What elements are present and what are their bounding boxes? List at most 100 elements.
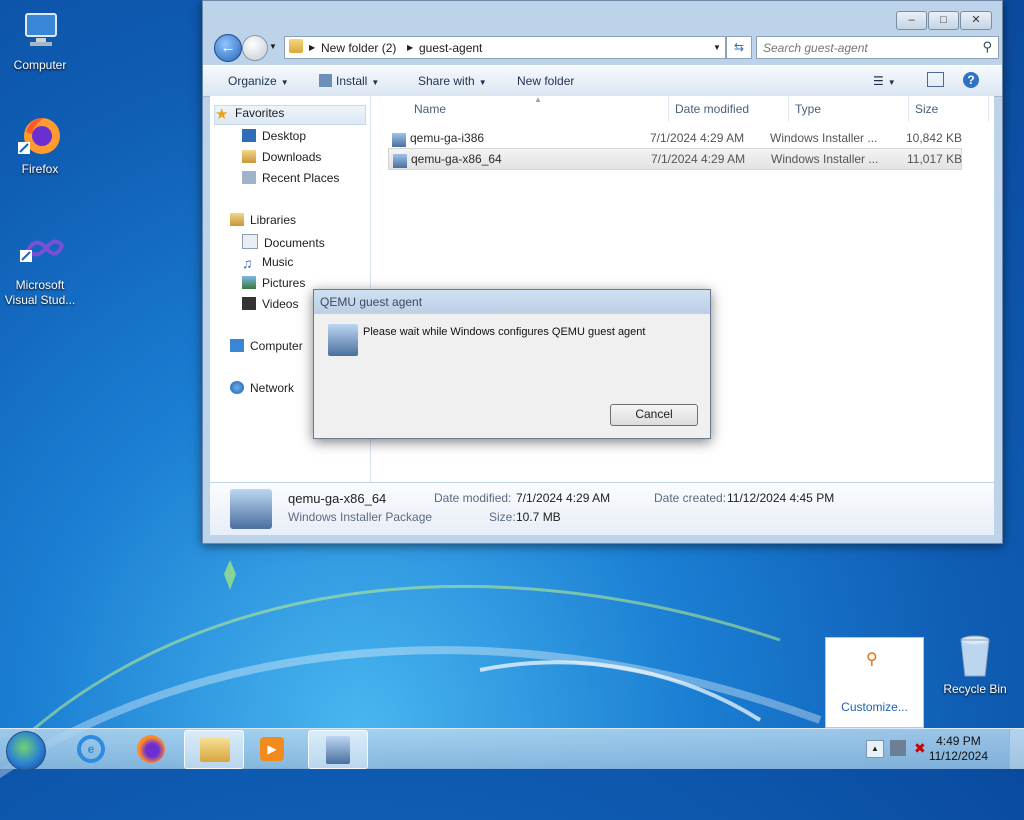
installer-icon: [326, 736, 350, 764]
file-date-modified: 7/1/2024 4:29 AM: [651, 152, 746, 166]
refresh-button[interactable]: ⇆: [726, 36, 752, 59]
folder-icon: [289, 39, 303, 53]
file-type: Windows Installer ...: [771, 152, 879, 166]
column-header-date-modified[interactable]: Date modified: [675, 102, 749, 116]
installer-icon: [319, 74, 332, 87]
details-size: 10.7 MB: [516, 510, 561, 524]
file-row[interactable]: qemu-ga-i386 7/1/2024 4:29 AM Windows In…: [388, 128, 963, 148]
taskbar-installer[interactable]: [308, 730, 368, 769]
installer-icon: [230, 489, 272, 529]
nav-libraries[interactable]: Libraries: [230, 213, 296, 231]
videos-icon: [242, 297, 256, 310]
details-date-created-label: Date created:: [654, 491, 727, 505]
maximize-button[interactable]: □: [928, 11, 959, 30]
column-header-name[interactable]: Name: [414, 102, 446, 116]
clock-date: 11/12/2024: [928, 749, 988, 763]
file-row-selected[interactable]: qemu-ga-x86_64 7/1/2024 4:29 AM Windows …: [388, 148, 962, 170]
dialog-message: Please wait while Windows configures QEM…: [363, 326, 646, 338]
desktop-icon-computer[interactable]: Computer: [0, 8, 80, 73]
view-options-icon[interactable]: ☰ ▼: [873, 74, 896, 88]
minimize-button[interactable]: –: [896, 11, 927, 30]
desktop-icon-label: Recycle Bin: [943, 682, 1007, 696]
file-name: qemu-ga-i386: [410, 131, 485, 145]
close-button[interactable]: ✕: [960, 11, 992, 30]
nav-desktop[interactable]: Desktop: [242, 129, 306, 147]
share-with-button[interactable]: Share with ▼: [418, 74, 487, 88]
nav-music[interactable]: ♫ Music: [242, 255, 293, 273]
search-input[interactable]: Search guest-agent ⚲: [756, 36, 999, 59]
recent-pages-dropdown[interactable]: ▼: [269, 42, 277, 51]
back-button[interactable]: ←: [214, 34, 242, 62]
desktop-icon-visual-studio[interactable]: Microsoft Visual Stud...: [0, 228, 80, 308]
installer-dialog: QEMU guest agent Please wait while Windo…: [313, 289, 711, 439]
help-icon[interactable]: ?: [963, 72, 979, 88]
details-date-modified: 7/1/2024 4:29 AM: [516, 491, 611, 505]
pictures-icon: [242, 276, 256, 289]
details-date-modified-label: Date modified:: [434, 491, 512, 505]
nav-favorites[interactable]: ★ Favorites: [214, 105, 366, 125]
taskbar-media-player[interactable]: ▶: [244, 730, 302, 767]
title-bar: – □ ✕: [203, 1, 1002, 31]
command-bar: Organize ▼ Install ▼ Share with ▼ New folde…: [203, 65, 1002, 97]
nav-network[interactable]: Network: [230, 381, 294, 399]
taskbar-firefox[interactable]: [122, 730, 180, 767]
nav-downloads[interactable]: Downloads: [242, 150, 321, 168]
nav-pictures[interactable]: Pictures: [242, 276, 305, 294]
chevron-down-icon[interactable]: ▼: [713, 43, 721, 52]
tray-search-icon[interactable]: ⚲: [866, 652, 882, 668]
show-hidden-icons-button[interactable]: ▲: [866, 740, 884, 758]
breadcrumb-item[interactable]: guest-agent: [419, 41, 482, 55]
column-header-type[interactable]: Type: [795, 102, 821, 116]
media-player-icon: ▶: [260, 737, 284, 761]
taskbar-explorer[interactable]: [184, 730, 244, 769]
internet-explorer-icon: e: [77, 735, 105, 763]
dialog-title: QEMU guest agent: [314, 290, 710, 314]
desktop-icon-firefox[interactable]: Firefox: [0, 112, 80, 177]
show-desktop-button[interactable]: [1009, 729, 1024, 769]
desktop-icon-label: Microsoft Visual Stud...: [4, 278, 76, 307]
file-name: qemu-ga-x86_64: [411, 152, 502, 166]
nav-documents[interactable]: Documents: [242, 234, 325, 252]
taskbar-internet-explorer[interactable]: e: [62, 730, 120, 767]
forward-button[interactable]: [242, 35, 268, 61]
details-file-type: Windows Installer Package: [288, 510, 433, 524]
clock[interactable]: 4:49 PM 11/12/2024: [929, 734, 988, 764]
column-divider[interactable]: [908, 96, 909, 122]
address-bar-row: ← ▼ ▶ New folder (2) ▶ guest-agent ▼ ⇆ S…: [211, 33, 999, 62]
network-icon[interactable]: [890, 740, 906, 756]
details-file-name: qemu-ga-x86_64: [288, 491, 387, 506]
file-size: 11,017 KB: [907, 152, 963, 166]
customize-link[interactable]: Customize...: [826, 700, 923, 714]
column-divider[interactable]: [788, 96, 789, 122]
search-icon[interactable]: ⚲: [982, 39, 992, 55]
column-header-size[interactable]: Size: [915, 102, 938, 116]
documents-icon: [242, 234, 258, 249]
preview-pane-icon[interactable]: [927, 72, 944, 87]
breadcrumb-separator-icon: ▶: [407, 43, 414, 52]
taskbar: e ▶ ▲ ✖ 4:49 PM 11/12/2024: [0, 728, 1024, 771]
install-button[interactable]: Install ▼: [319, 74, 379, 88]
address-box[interactable]: ▶ New folder (2) ▶ guest-agent ▼: [284, 36, 726, 59]
clock-time: 4:49 PM: [936, 734, 981, 748]
file-size: 10,842 KB: [906, 131, 963, 145]
breadcrumb-item[interactable]: New folder (2): [321, 41, 396, 55]
file-type: Windows Installer ...: [770, 131, 878, 145]
star-icon: ★: [215, 106, 229, 123]
column-divider[interactable]: [988, 96, 989, 122]
visual-studio-icon: [16, 228, 65, 276]
column-divider[interactable]: [668, 96, 669, 122]
file-date-modified: 7/1/2024 4:29 AM: [650, 131, 745, 145]
desktop-icon-recycle-bin[interactable]: Recycle Bin: [935, 632, 1015, 697]
new-folder-button[interactable]: New folder: [517, 74, 574, 88]
nav-recent-places[interactable]: Recent Places: [242, 171, 339, 189]
nav-videos[interactable]: Videos: [242, 297, 298, 315]
cancel-button[interactable]: Cancel: [610, 404, 698, 426]
explorer-icon: [200, 738, 230, 762]
volume-muted-icon[interactable]: ✖: [914, 740, 930, 756]
explorer-window: – □ ✕ ← ▼ ▶ New folder (2) ▶ guest-agent…: [202, 0, 1003, 544]
organize-button[interactable]: Organize ▼: [228, 74, 289, 88]
nav-computer[interactable]: Computer: [230, 339, 303, 357]
start-button[interactable]: [6, 731, 46, 771]
network-icon: [230, 381, 244, 394]
wallpaper-swoosh: [0, 560, 822, 779]
